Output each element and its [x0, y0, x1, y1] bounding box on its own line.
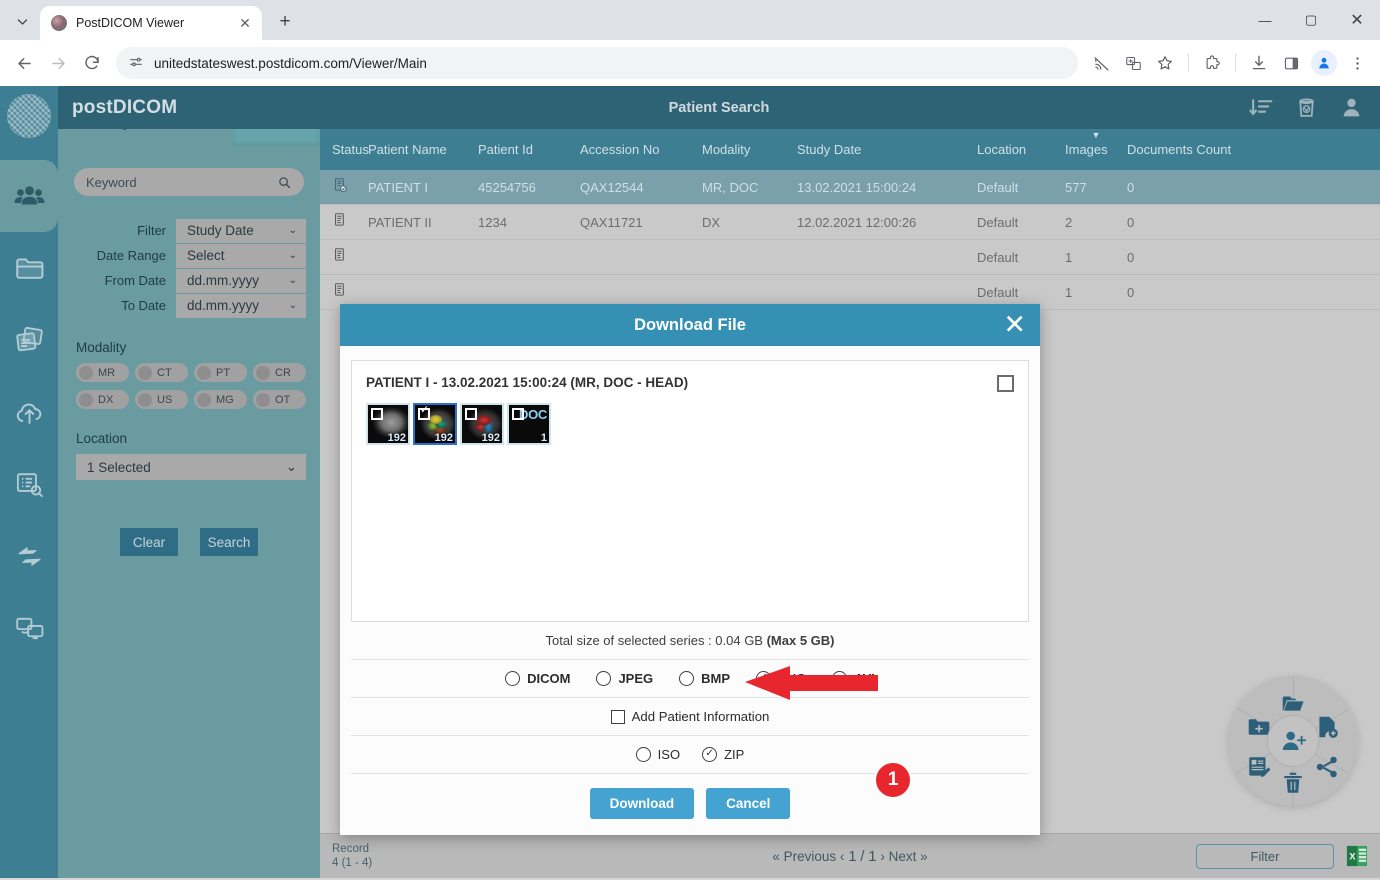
series-checkbox[interactable] [512, 408, 524, 420]
dialog-title: Download File [634, 316, 746, 335]
puzzle-icon[interactable] [1197, 48, 1227, 78]
dialog-body: PATIENT I - 13.02.2021 15:00:24 (MR, DOC… [340, 346, 1040, 835]
format-option-avi[interactable]: AVI [832, 671, 875, 686]
back-arrow-icon[interactable] [8, 47, 40, 79]
select-all-series-checkbox[interactable] [997, 375, 1014, 392]
series-checkbox[interactable] [371, 408, 383, 420]
omnibar-icons [1086, 48, 1372, 78]
annotation-step-badge: 1 [874, 761, 912, 799]
minimize-button[interactable]: — [1242, 0, 1288, 40]
translate-icon[interactable] [1118, 48, 1148, 78]
cast-blocked-icon[interactable] [1086, 48, 1116, 78]
kebab-menu-icon[interactable] [1342, 48, 1372, 78]
radio-icon[interactable] [636, 747, 651, 762]
close-icon[interactable]: ✕ [1003, 312, 1026, 339]
format-radio-group: DICOM JPEG BMP PNG [351, 660, 1029, 698]
total-size-text: Total size of selected series : 0.04 GB … [351, 622, 1029, 660]
total-size-label: Total size of selected series : 0.04 GB [545, 633, 766, 648]
series-thumbnail-list: 192 192 192 DOC [366, 403, 1014, 445]
new-tab-button[interactable]: + [271, 8, 299, 36]
window-controls: — ▢ ✕ [1242, 0, 1380, 40]
packaging-option-zip[interactable]: ZIP [702, 747, 744, 762]
checkbox-icon[interactable] [611, 710, 625, 724]
radio-icon[interactable] [505, 671, 520, 686]
dialog-footer: Download Cancel [351, 774, 1029, 835]
download-button[interactable]: Download [590, 788, 695, 819]
format-label: AVI [854, 671, 875, 686]
browser-omnibar: unitedstateswest.postdicom.com/Viewer/Ma… [0, 40, 1380, 86]
total-size-max: (Max 5 GB) [767, 633, 835, 648]
packaging-radio-group: ISO ZIP [351, 736, 1029, 774]
add-patient-information-checkbox-wrap[interactable]: Add Patient Information [611, 709, 770, 724]
packaging-option-iso[interactable]: ISO [636, 747, 680, 762]
site-settings-icon[interactable] [128, 55, 144, 71]
format-option-png[interactable]: PNG [756, 671, 806, 686]
download-icon[interactable] [1244, 48, 1274, 78]
series-checkbox[interactable] [418, 408, 430, 420]
tab-title: PostDICOM Viewer [76, 16, 236, 30]
download-file-dialog: Download File ✕ PATIENT I - 13.02.2021 1… [340, 304, 1040, 835]
profile-avatar-icon[interactable] [1311, 50, 1337, 76]
add-patient-info-row: Add Patient Information [351, 698, 1029, 736]
series-header: PATIENT I - 13.02.2021 15:00:24 (MR, DOC… [366, 375, 1014, 392]
close-window-button[interactable]: ✕ [1334, 0, 1380, 40]
series-thumbnail[interactable]: 192 [460, 403, 504, 445]
series-image-count: 192 [435, 432, 453, 444]
browser-tabstrip: PostDICOM Viewer ✕ + — ▢ ✕ [0, 0, 1380, 40]
toolbar-divider-2 [1235, 54, 1236, 72]
series-checkbox[interactable] [465, 408, 477, 420]
forward-arrow-icon [42, 47, 74, 79]
postdicom-app: Search Filter Study Date ⌄ Date Range [0, 86, 1380, 878]
tab-favicon-icon [51, 15, 67, 31]
series-thumbnail[interactable]: DOC 1 [507, 403, 551, 445]
format-option-dicom[interactable]: DICOM [505, 671, 570, 686]
series-thumbnail[interactable]: 192 [413, 403, 457, 445]
format-label: PNG [778, 671, 806, 686]
browser-chrome: PostDICOM Viewer ✕ + — ▢ ✕ unitedstatesw… [0, 0, 1380, 86]
add-patient-information-label: Add Patient Information [632, 709, 770, 724]
series-selection-box: PATIENT I - 13.02.2021 15:00:24 (MR, DOC… [351, 360, 1029, 622]
series-thumbnail[interactable]: 192 [366, 403, 410, 445]
format-label: DICOM [527, 671, 570, 686]
close-tab-icon[interactable]: ✕ [236, 14, 254, 32]
format-label: BMP [701, 671, 730, 686]
url-text: unitedstateswest.postdicom.com/Viewer/Ma… [154, 56, 427, 71]
browser-tab[interactable]: PostDICOM Viewer ✕ [40, 6, 262, 40]
format-option-bmp[interactable]: BMP [679, 671, 730, 686]
side-panel-icon[interactable] [1276, 48, 1306, 78]
dialog-header: Download File ✕ [340, 304, 1040, 346]
format-option-jpeg[interactable]: JPEG [596, 671, 653, 686]
radio-icon[interactable] [679, 671, 694, 686]
radio-checked-icon[interactable] [702, 747, 717, 762]
modal-backdrop: Download File ✕ PATIENT I - 13.02.2021 1… [0, 86, 1380, 878]
series-image-count: 192 [388, 432, 406, 444]
toolbar-divider [1188, 54, 1189, 72]
reload-icon[interactable] [76, 47, 108, 79]
packaging-label: ISO [658, 747, 680, 762]
cancel-button[interactable]: Cancel [706, 788, 790, 819]
star-icon[interactable] [1150, 48, 1180, 78]
series-image-count: 192 [482, 432, 500, 444]
maximize-button[interactable]: ▢ [1288, 0, 1334, 40]
series-label: PATIENT I - 13.02.2021 15:00:24 (MR, DOC… [366, 375, 688, 390]
series-image-count: 1 [541, 432, 547, 444]
radio-icon[interactable] [596, 671, 611, 686]
format-label: JPEG [618, 671, 653, 686]
radio-checked-icon[interactable] [756, 671, 771, 686]
address-bar[interactable]: unitedstateswest.postdicom.com/Viewer/Ma… [116, 47, 1078, 79]
radio-icon[interactable] [832, 671, 847, 686]
packaging-label: ZIP [724, 747, 744, 762]
tab-list-chevron-down-icon[interactable] [8, 7, 36, 35]
